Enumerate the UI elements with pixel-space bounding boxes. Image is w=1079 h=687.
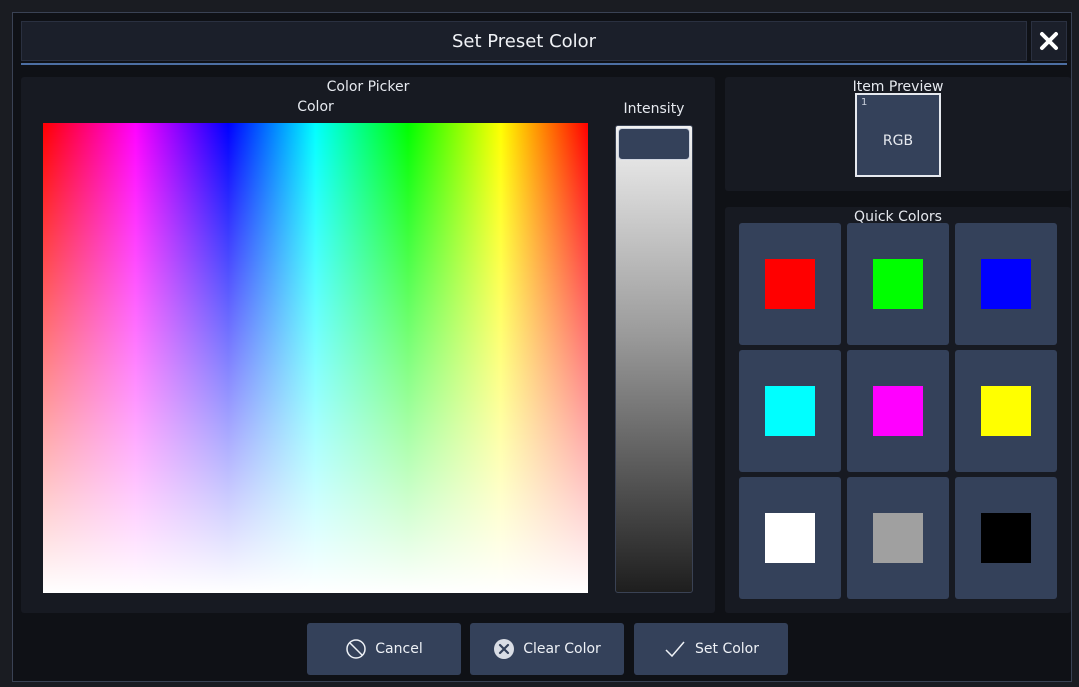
quick-color-swatch	[873, 259, 923, 309]
quick-color-swatch	[981, 513, 1031, 563]
quick-color-swatch	[981, 386, 1031, 436]
set-preset-color-dialog: Set Preset Color Color Picker Color Inte…	[12, 12, 1072, 682]
quick-color-blue[interactable]	[955, 223, 1057, 345]
intensity-slider-handle[interactable]	[618, 128, 690, 160]
clear-icon	[493, 638, 515, 660]
clear-color-button-label: Clear Color	[523, 641, 601, 657]
color-picker-heading: Color Picker	[326, 79, 410, 95]
item-preview-text: RGB	[882, 133, 914, 149]
quick-colors-panel: Quick Colors	[725, 207, 1071, 613]
quick-color-green[interactable]	[847, 223, 949, 345]
color-label: Color	[297, 99, 334, 115]
intensity-label: Intensity	[623, 101, 685, 117]
cancel-button[interactable]: Cancel	[307, 623, 461, 675]
cancel-button-label: Cancel	[375, 641, 423, 657]
quick-color-magenta[interactable]	[847, 350, 949, 472]
quick-color-swatch	[873, 386, 923, 436]
set-color-button-label: Set Color	[695, 641, 759, 657]
item-preview-panel: Item Preview 1 RGB	[725, 77, 1071, 191]
quick-color-swatch	[981, 259, 1031, 309]
close-button[interactable]	[1031, 21, 1067, 61]
quick-color-gray[interactable]	[847, 477, 949, 599]
item-preview-number: 1	[861, 97, 868, 108]
quick-color-swatch	[873, 513, 923, 563]
dialog-titlebar: Set Preset Color	[21, 21, 1027, 61]
quick-color-red[interactable]	[739, 223, 841, 345]
item-preview-tile: 1 RGB	[855, 93, 941, 177]
close-icon	[1038, 30, 1060, 52]
quick-color-white[interactable]	[739, 477, 841, 599]
saturation-gradient	[43, 123, 588, 593]
quick-color-yellow[interactable]	[955, 350, 1057, 472]
quick-color-swatch	[765, 513, 815, 563]
quick-color-cyan[interactable]	[739, 350, 841, 472]
quick-color-swatch	[765, 386, 815, 436]
set-color-button[interactable]: Set Color	[634, 623, 788, 675]
quick-color-swatch	[765, 259, 815, 309]
cancel-icon	[345, 638, 367, 660]
checkmark-icon	[663, 638, 687, 660]
clear-color-button[interactable]: Clear Color	[470, 623, 624, 675]
color-picker-panel: Color Picker Color Intensity	[21, 77, 715, 613]
dialog-title: Set Preset Color	[451, 30, 597, 52]
color-spectrum-area[interactable]	[43, 123, 588, 593]
quick-color-black[interactable]	[955, 477, 1057, 599]
intensity-slider[interactable]	[615, 125, 693, 593]
title-divider	[21, 63, 1067, 65]
